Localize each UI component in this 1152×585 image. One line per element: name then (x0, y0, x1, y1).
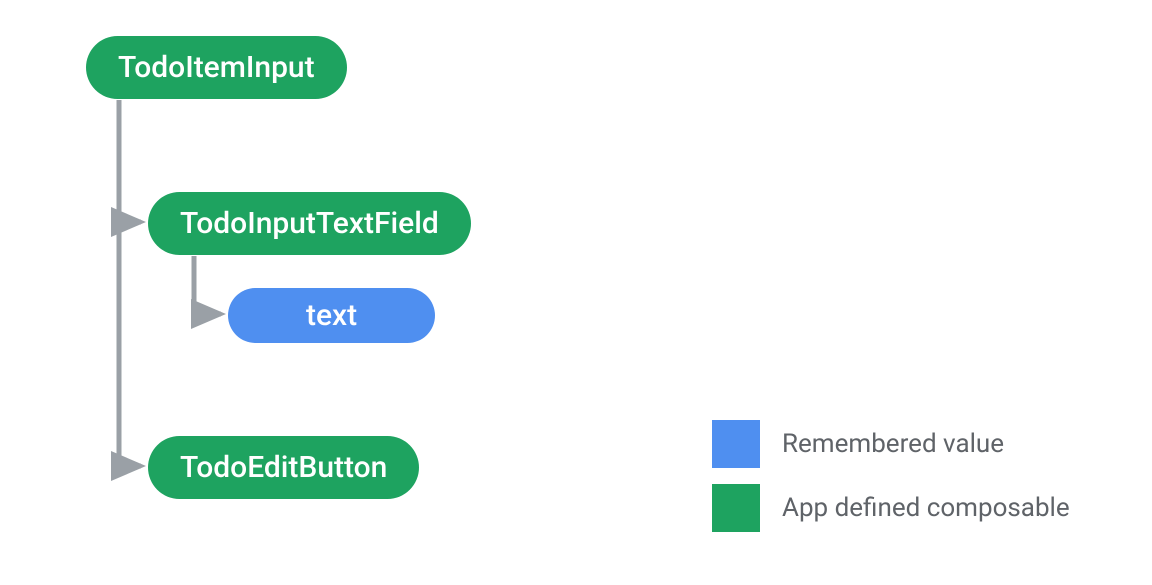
legend-label-composable: App defined composable (782, 493, 1070, 523)
node-todo-input-text-field: TodoInputTextField (148, 192, 471, 255)
legend-swatch-green (712, 484, 760, 532)
node-todo-item-input: TodoItemInput (86, 36, 347, 99)
node-label: text (306, 298, 357, 333)
legend: Remembered value App defined composable (712, 420, 1070, 532)
legend-row-remembered: Remembered value (712, 420, 1070, 468)
legend-swatch-blue (712, 420, 760, 468)
node-label: TodoInputTextField (180, 206, 439, 241)
legend-label-remembered: Remembered value (782, 429, 1004, 459)
legend-row-composable: App defined composable (712, 484, 1070, 532)
node-text: text (228, 288, 435, 343)
node-todo-edit-button: TodoEditButton (148, 436, 419, 499)
node-label: TodoItemInput (118, 50, 315, 85)
node-label: TodoEditButton (180, 450, 387, 485)
connector-to-text (194, 256, 221, 314)
